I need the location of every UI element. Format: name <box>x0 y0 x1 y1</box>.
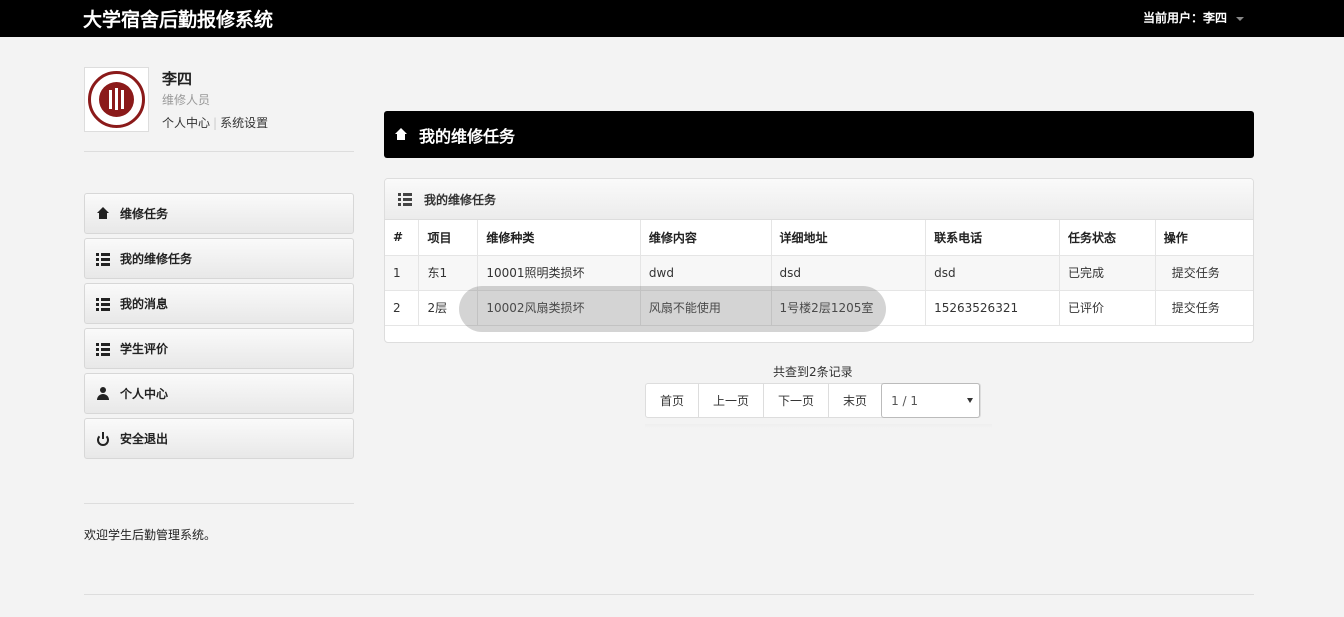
sidebar-item-logout[interactable]: 安全退出 <box>84 418 354 459</box>
divider <box>84 151 354 152</box>
table-cell: dsd <box>925 255 1060 291</box>
column-header: 任务状态 <box>1058 220 1156 256</box>
current-user-label: 当前用户：李四 <box>1142 11 1227 25</box>
panel-header: 我的维修任务 <box>385 179 1253 220</box>
table-cell: 10001照明类损坏 <box>477 255 641 291</box>
table-cell: 1号楼2层1205室 <box>770 290 926 326</box>
current-user-menu[interactable]: 当前用户：李四 <box>1143 9 1244 26</box>
sidebar-item-label: 我的消息 <box>120 297 169 311</box>
caret-down-icon <box>1236 16 1244 21</box>
sidebar-item-label: 安全退出 <box>120 432 169 446</box>
table-cell: 东1 <box>418 255 478 291</box>
divider <box>84 503 354 504</box>
list-icon <box>96 341 110 356</box>
prev-page-button[interactable]: 上一页 <box>699 384 765 417</box>
panel-title: 我的维修任务 <box>424 192 497 207</box>
welcome-text: 欢迎学生后勤管理系统。 <box>84 528 217 542</box>
profile-role: 维修人员 <box>162 93 211 107</box>
list-icon <box>96 251 110 266</box>
tasks-table: # 项目 维修种类 维修内容 详细地址 联系电话 任务状态 操作 1 东1 10… <box>385 220 1253 326</box>
page-title: 我的维修任务 <box>419 126 516 146</box>
list-icon <box>398 192 412 206</box>
user-icon <box>96 386 110 401</box>
submit-task-link[interactable]: 提交任务 <box>1154 290 1253 326</box>
home-icon <box>394 127 408 142</box>
column-header: 项目 <box>418 220 478 256</box>
sidebar-item-my-messages[interactable]: 我的消息 <box>84 283 354 324</box>
app-title[interactable]: 大学宿舍后勤报修系统 <box>83 5 273 32</box>
next-page-button[interactable]: 下一页 <box>764 384 830 417</box>
page-title-bar: 我的维修任务 <box>384 111 1254 158</box>
sidebar-nav: 维修任务 我的维修任务 我的消息 学生评价 个人中心 安全退出 <box>84 193 354 463</box>
table-row: 2 2层 10002风扇类损坏 风扇不能使用 1号楼2层1205室 152635… <box>385 290 1253 326</box>
footer-divider <box>84 594 1254 595</box>
table-cell: 已评价 <box>1058 290 1156 326</box>
sidebar-item-personal-center[interactable]: 个人中心 <box>84 373 354 414</box>
avatar <box>84 67 149 132</box>
table-cell: 1 <box>385 255 419 291</box>
table-cell: 2 <box>385 290 419 326</box>
table-cell: 2层 <box>418 290 478 326</box>
profile-links: 个人中心 | 系统设置 <box>162 114 268 131</box>
table-cell: 15263526321 <box>925 290 1060 326</box>
column-header: 维修种类 <box>477 220 641 256</box>
power-icon <box>96 431 110 446</box>
sidebar-item-label: 维修任务 <box>120 207 169 221</box>
submit-task-link[interactable]: 提交任务 <box>1154 255 1253 291</box>
top-navbar: 大学宿舍后勤报修系统 当前用户：李四 <box>0 0 1344 37</box>
link-divider: | <box>213 116 218 130</box>
last-page-button[interactable]: 末页 <box>829 384 881 417</box>
record-count: 共查到2条记录 <box>773 365 853 379</box>
table-cell: 10002风扇类损坏 <box>477 290 641 326</box>
table-cell: 已完成 <box>1058 255 1156 291</box>
list-icon <box>96 296 110 311</box>
table-cell: dwd <box>639 255 772 291</box>
table-row: 1 东1 10001照明类损坏 dwd dsd dsd 已完成 提交任务 <box>385 255 1253 291</box>
sidebar-item-label: 个人中心 <box>120 387 169 401</box>
table-cell: 风扇不能使用 <box>639 290 772 326</box>
page-select-value: 1 / 1 <box>891 393 919 408</box>
sidebar-item-repair-tasks[interactable]: 维修任务 <box>84 193 354 234</box>
page-select[interactable]: 1 / 1 <box>881 383 981 418</box>
column-header: 详细地址 <box>770 220 926 256</box>
sidebar-item-my-repair-tasks[interactable]: 我的维修任务 <box>84 238 354 279</box>
sidebar-item-student-reviews[interactable]: 学生评价 <box>84 328 354 369</box>
column-header: 维修内容 <box>639 220 772 256</box>
table-header-row: # 项目 维修种类 维修内容 详细地址 联系电话 任务状态 操作 <box>385 220 1253 256</box>
tasks-panel: 我的维修任务 # 项目 维修种类 维修内容 详细地址 联系电话 任务状态 操作 … <box>384 178 1254 343</box>
table-cell: dsd <box>770 255 926 291</box>
home-icon <box>96 206 110 221</box>
sidebar-item-label: 学生评价 <box>120 342 169 356</box>
first-page-button[interactable]: 首页 <box>646 384 700 417</box>
column-header: # <box>385 220 419 256</box>
profile-name: 李四 <box>162 70 193 88</box>
pagination: 首页 上一页 下一页 末页 1 / 1 <box>645 383 982 418</box>
university-seal-logo <box>88 71 145 128</box>
column-header: 操作 <box>1154 220 1253 256</box>
column-header: 联系电话 <box>925 220 1060 256</box>
select-arrow-icon <box>967 398 974 403</box>
sidebar-item-label: 我的维修任务 <box>120 252 193 266</box>
pagination-shadow <box>645 424 992 428</box>
system-settings-link[interactable]: 系统设置 <box>220 116 268 130</box>
profile-center-link[interactable]: 个人中心 <box>162 116 210 130</box>
